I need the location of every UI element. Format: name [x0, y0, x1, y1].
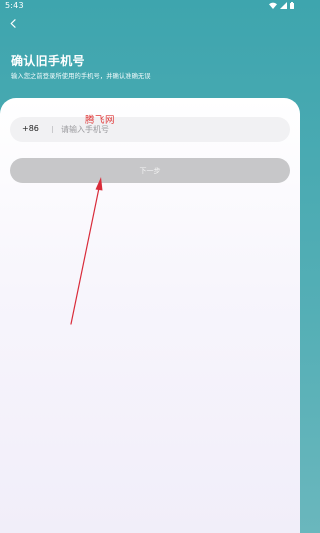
next-button[interactable]: 下一步	[10, 158, 290, 183]
country-code[interactable]: +86	[22, 124, 39, 133]
wifi-icon	[269, 2, 277, 9]
field-divider	[52, 126, 53, 133]
page-title: 确认旧手机号	[11, 54, 85, 68]
form-sheet: +86 下一步	[0, 98, 300, 533]
status-time: 5:43	[5, 1, 24, 10]
page-subtitle: 输入您之前登录所使用的手机号，并确认准确无误	[11, 73, 151, 80]
watermark-text: 腾飞网	[85, 115, 116, 126]
phone-field[interactable]: +86	[10, 117, 290, 142]
chevron-left-icon	[10, 18, 16, 28]
status-icons	[269, 2, 294, 9]
battery-icon	[290, 2, 294, 9]
status-bar: 5:43	[0, 0, 300, 12]
back-button[interactable]	[7, 16, 19, 30]
signal-icon	[280, 2, 287, 9]
